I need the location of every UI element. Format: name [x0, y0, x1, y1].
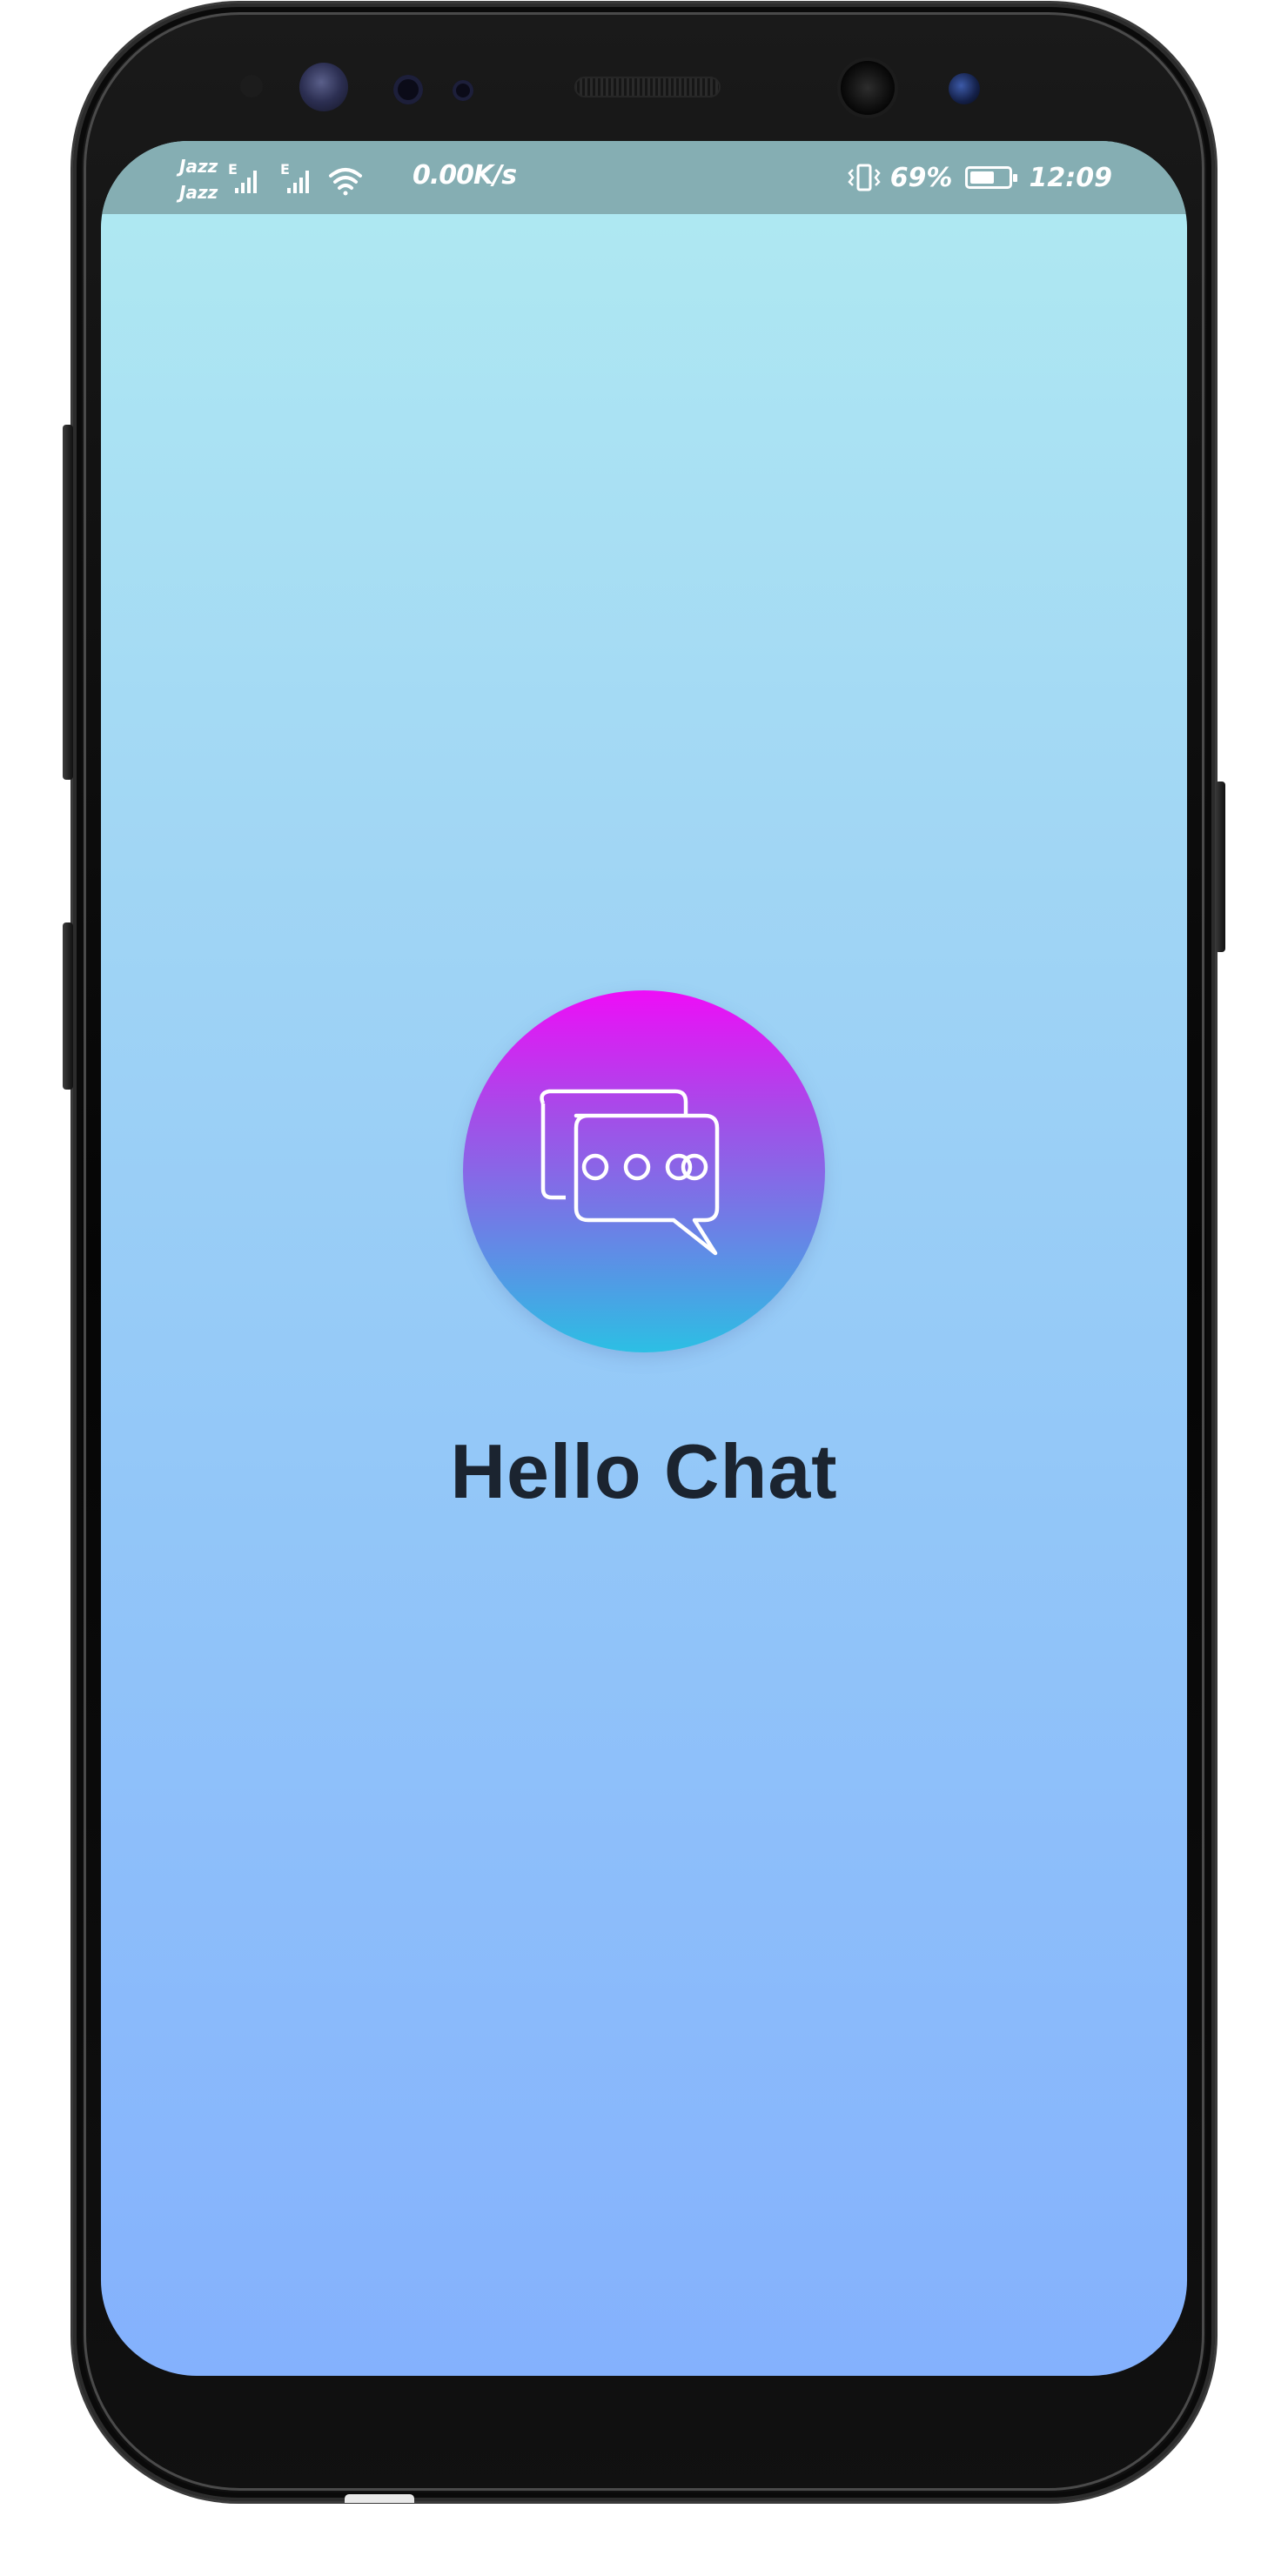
- vibrate-icon: [848, 164, 881, 191]
- status-right-group: 69% 12:09: [847, 160, 1112, 195]
- light-sensor: [393, 75, 423, 104]
- app-title: Hello Chat: [450, 1428, 838, 1514]
- battery-percent-label: 69%: [889, 162, 953, 193]
- device-frame-page: Jazz Jazz E E 0.00K/s 69% 12:09 Hello Ch…: [0, 0, 1288, 2576]
- app-logo: [463, 990, 825, 1352]
- carrier-2-label: Jazz: [179, 182, 218, 203]
- proximity-sensor: [240, 75, 263, 97]
- earpiece-speaker: [574, 77, 721, 97]
- status-bar: Jazz Jazz E E 0.00K/s 69% 12:09: [101, 141, 1187, 214]
- net-speed-label: 0.00K/s: [413, 160, 517, 191]
- iris-scanner: [299, 63, 348, 111]
- battery-nub: [1012, 174, 1017, 182]
- volume-button: [63, 425, 73, 780]
- clock-label: 12:09: [1029, 162, 1113, 193]
- network-type-2: E: [280, 161, 290, 178]
- front-camera: [841, 61, 895, 115]
- led-sensor: [453, 80, 473, 101]
- wifi-icon: [329, 168, 362, 196]
- carrier-1-label: Jazz: [179, 156, 218, 177]
- bixby-button: [63, 922, 73, 1090]
- chat-bubbles-icon: [540, 1089, 720, 1256]
- carrier-labels: Jazz Jazz: [179, 153, 218, 205]
- battery-fill: [969, 171, 994, 184]
- bottom-edge-highlight: [345, 2494, 414, 2503]
- signal-icon: E E: [228, 161, 362, 196]
- network-type-1: E: [228, 161, 238, 178]
- battery-icon: [964, 166, 1017, 189]
- iris-camera: [949, 73, 980, 104]
- power-button: [1215, 782, 1225, 952]
